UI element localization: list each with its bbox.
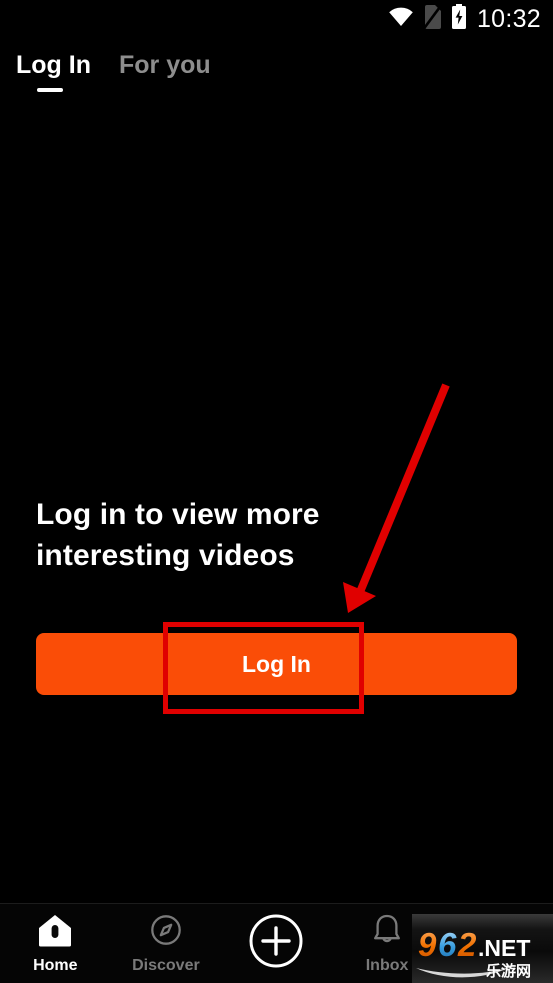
login-button[interactable]: Log In: [36, 633, 517, 695]
nav-item-discover[interactable]: Discover: [111, 904, 222, 983]
compass-icon: [148, 913, 184, 952]
page-title: Log in to view more interesting videos: [36, 498, 320, 572]
tab-log-in[interactable]: Log In: [16, 46, 91, 84]
annotation-overlay: [0, 0, 553, 983]
plus-circle-icon: [248, 913, 304, 974]
nav-label-inbox: Inbox: [365, 956, 409, 974]
nav-label-home: Home: [33, 956, 78, 974]
app-screen: 10:32 Log In For you Log in to view more…: [0, 0, 553, 983]
nav-item-inbox[interactable]: Inbox: [332, 904, 443, 983]
status-bar-clock: 10:32: [476, 4, 541, 33]
nav-item-create[interactable]: [221, 904, 332, 983]
profile-icon: [480, 922, 516, 961]
bottom-navigation-bar: Home Discover Inbox: [0, 903, 553, 983]
battery-charging-icon: [451, 4, 467, 34]
nav-item-home[interactable]: Home: [0, 904, 111, 983]
bell-icon: [370, 913, 404, 952]
nav-label-discover: Discover: [132, 956, 200, 974]
status-bar-icons: [388, 4, 467, 34]
nav-item-profile[interactable]: [442, 904, 553, 983]
tab-for-you[interactable]: For you: [119, 46, 211, 84]
active-tab-indicator: [37, 88, 63, 92]
wifi-icon: [388, 7, 414, 32]
sim-card-off-icon: [422, 4, 442, 34]
status-bar: 10:32: [0, 0, 553, 38]
home-icon: [37, 913, 73, 952]
top-tab-bar: Log In For you: [0, 46, 553, 98]
